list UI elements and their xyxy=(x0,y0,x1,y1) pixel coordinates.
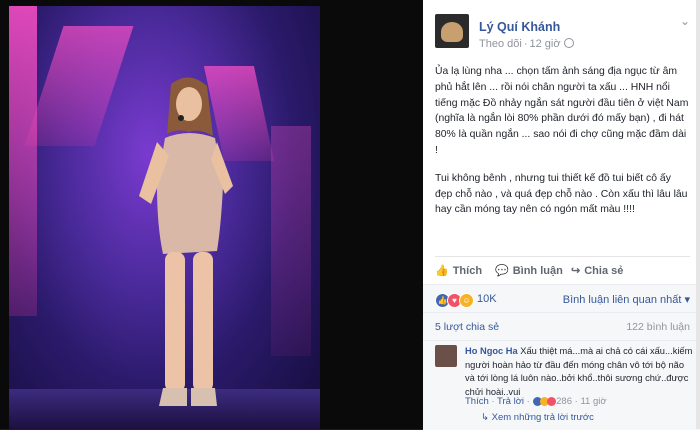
comment-time[interactable]: 11 giờ xyxy=(580,396,606,407)
view-replies-label: Xem những trả lời trước xyxy=(491,412,594,423)
comment-sort-label: Bình luận liên quan nhất xyxy=(562,294,682,306)
comment-section: Ho Ngoc Ha Xấu thiệt má...mà ai chả có c… xyxy=(423,340,700,430)
reaction-icons[interactable]: 👍 ♥ ☺ xyxy=(435,292,474,310)
post-photo[interactable] xyxy=(9,6,320,429)
commenter-name[interactable]: Ho Ngoc Ha xyxy=(465,346,518,356)
comment-actions: Thích · Trả lời · 286 · 11 giờ xyxy=(465,396,607,407)
reply-arrow-icon: ↳ xyxy=(481,412,492,423)
thumbs-up-icon: 👍 xyxy=(435,265,449,277)
author-avatar[interactable] xyxy=(435,14,469,48)
reactions-bar: 👍 ♥ ☺ 10K Bình luận liên quan nhất ▾ xyxy=(423,284,700,313)
stats-bar: 5 lượt chia sẻ 122 bình luận xyxy=(423,312,700,341)
comment-count: 122 bình luận xyxy=(626,321,690,333)
comment: Ho Ngoc Ha Xấu thiệt má...mà ai chả có c… xyxy=(465,345,693,399)
comment-icon: 💬 xyxy=(495,265,509,277)
reaction-count[interactable]: 10K xyxy=(477,293,497,305)
share-label: Chia sẻ xyxy=(584,265,624,277)
like-label: Thích xyxy=(452,265,483,277)
share-icon: ↪ xyxy=(571,265,581,277)
share-button[interactable]: ↪ Chia sẻ xyxy=(571,264,623,277)
post-paragraph: Ủa lạ lùng nha ... chọn tấm ảnh sáng địa… xyxy=(435,66,689,156)
caret-down-icon: ▾ xyxy=(684,294,690,306)
stage-light xyxy=(9,6,37,316)
comment-button[interactable]: 💬 Bình luận xyxy=(495,264,563,277)
comment-reaction-count[interactable]: 286 xyxy=(556,396,572,407)
share-count[interactable]: 5 lượt chia sẻ xyxy=(435,321,499,333)
chevron-down-icon[interactable]: ⌄ xyxy=(680,14,690,28)
comment-sort-dropdown[interactable]: Bình luận liên quan nhất ▾ xyxy=(563,293,690,306)
love-reaction-icon xyxy=(546,396,556,406)
post-paragraph: Tui không bênh , nhưng tui thiết kế đồ t… xyxy=(435,172,688,216)
author-name[interactable]: Lý Quí Khánh xyxy=(479,20,659,34)
globe-icon xyxy=(563,38,574,48)
post-panel: Lý Quí Khánh Theo dõi · 12 giờ ⌄ Ủa lạ lùn… xyxy=(423,0,700,430)
view-previous-replies[interactable]: ↳ Xem những trả lời trước xyxy=(481,412,594,423)
stage-light xyxy=(271,126,311,356)
scrollbar[interactable] xyxy=(696,0,700,429)
post-body: Ủa lạ lùng nha ... chọn tấm ảnh sáng địa… xyxy=(435,64,690,230)
comment-label: Bình luận xyxy=(512,265,563,277)
like-button[interactable]: 👍 Thích xyxy=(435,264,482,277)
haha-reaction-icon: ☺ xyxy=(459,293,474,309)
performer-figure xyxy=(139,77,233,406)
post-time[interactable]: 12 giờ xyxy=(529,38,560,50)
comment-reply-button[interactable]: Trả lời xyxy=(497,396,524,407)
comment-like-button[interactable]: Thích xyxy=(465,396,489,407)
post-meta: Theo dõi · 12 giờ xyxy=(479,38,619,50)
stage-light xyxy=(24,26,134,146)
follow-link[interactable]: Theo dõi xyxy=(479,38,522,50)
commenter-avatar[interactable] xyxy=(435,345,457,367)
photo-viewer xyxy=(0,0,423,429)
post-actions: 👍 Thích 💬 Bình luận ↪ Chia sẻ xyxy=(435,256,690,285)
